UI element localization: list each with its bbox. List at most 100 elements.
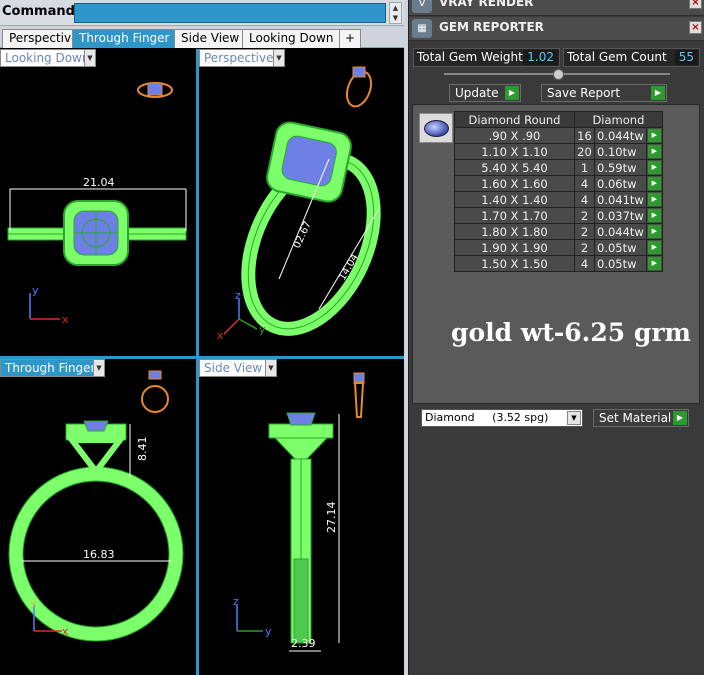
gem-size: 1.90 X 1.90 [454, 239, 575, 256]
axis-z-label: z [235, 289, 241, 302]
viewport-splitter-horizontal[interactable] [0, 356, 404, 359]
chevron-down-icon[interactable]: ▼ [567, 411, 581, 425]
table-row[interactable]: 1.80 X 1.80 2 0.044tw ▶ [454, 223, 663, 240]
viewport-splitter-vertical[interactable] [196, 49, 199, 675]
gem-thumbnail[interactable] [419, 113, 453, 143]
gem-size: 1.70 X 1.70 [454, 207, 575, 224]
row-arrow-icon[interactable]: ▶ [647, 209, 661, 222]
material-select-value: Diamond (3.52 spg) [425, 411, 549, 424]
tab-looking-down[interactable]: Looking Down [242, 29, 341, 48]
axis-y-label: y [259, 323, 266, 336]
vray-logo-icon: V [412, 0, 432, 13]
gem-reporter-icon: ▦ [412, 19, 432, 38]
set-material-button[interactable]: Set Material ▶ [593, 409, 689, 427]
row-arrow-icon[interactable]: ▶ [647, 193, 661, 206]
gem-size: 1.60 X 1.60 [454, 175, 575, 192]
gem-weight: 0.037tw [594, 207, 647, 224]
row-arrow-icon[interactable]: ▶ [647, 241, 661, 254]
row-arrow-icon[interactable]: ▶ [647, 257, 661, 270]
gem-size: 1.80 X 1.80 [454, 223, 575, 240]
round-diamond-icon [424, 120, 449, 137]
table-row[interactable]: 1.40 X 1.40 4 0.041tw ▶ [454, 191, 663, 208]
axis-y-label: y [32, 284, 39, 297]
viewport-through-finger[interactable]: Through Finger ▼ 8.41 16.83 y x [0, 359, 196, 675]
table-row[interactable]: 1.10 X 1.10 20 0.10tw ▶ [454, 143, 663, 160]
update-button-label: Update [455, 86, 499, 100]
gem-size: 5.40 X 5.40 [454, 159, 575, 176]
gem-weight: 0.59tw [594, 159, 647, 176]
view-tab-bar: Perspective Through Finger Side View Loo… [0, 26, 404, 48]
viewport-perspective[interactable]: Perspective ▼ 02.67 14.04 z x y [199, 49, 404, 356]
table-row[interactable]: 5.40 X 5.40 1 0.59tw ▶ [454, 159, 663, 176]
gem-size: .90 X .90 [454, 127, 575, 144]
add-tab-button[interactable]: + [339, 29, 361, 48]
gem-reporter-header[interactable]: ▦ GEM REPORTER × [409, 17, 704, 41]
gem-table: Diamond Round Diamond .90 X .90 16 0.044… [454, 111, 663, 272]
viewport-looking-down[interactable]: Looking Down ▼ 21.04 y x [0, 49, 196, 356]
axis-z-label: z [233, 595, 239, 608]
update-button[interactable]: Update ▶ [449, 84, 521, 102]
gem-weight: 0.041tw [594, 191, 647, 208]
total-gem-count-label: Total Gem Count [567, 50, 667, 64]
total-gem-weight: Total Gem Weight 1.02 [413, 48, 560, 67]
column-header: Diamond Round [454, 111, 575, 128]
vray-render-header[interactable]: V VRAY RENDER × [409, 0, 704, 16]
ring-front-view-drawing: 8.41 16.83 y x [8, 370, 184, 642]
row-arrow-icon[interactable]: ▶ [647, 161, 661, 174]
close-icon[interactable]: × [689, 21, 702, 34]
axis-x-label: x [217, 329, 224, 342]
axis-y-label: y [265, 625, 272, 638]
gem-count: 4 [574, 255, 595, 272]
gem-count: 4 [574, 175, 595, 192]
command-bar: Command: ▲ ▼ [0, 0, 404, 26]
close-icon[interactable]: × [689, 0, 702, 9]
gem-weight: 0.044tw [594, 223, 647, 240]
row-arrow-icon[interactable]: ▶ [647, 177, 661, 190]
dimension-label: 27.14 [325, 502, 338, 534]
gem-count: 4 [574, 191, 595, 208]
ring-top-view-drawing: 21.04 y x [7, 82, 187, 326]
slider-handle[interactable] [553, 69, 564, 80]
dimension-label: 16.83 [83, 548, 115, 561]
gem-weight: 0.05tw [594, 255, 647, 272]
save-report-button[interactable]: Save Report ▶ [541, 84, 667, 102]
dimension-label: 2.39 [291, 637, 316, 650]
table-row[interactable]: .90 X .90 16 0.044tw ▶ [454, 127, 663, 144]
gold-weight-note: gold wt-6.25 grm [451, 318, 691, 347]
gem-count: 16 [574, 127, 595, 144]
command-history-scroll[interactable]: ▲ ▼ [389, 2, 402, 24]
gem-weight: 0.10tw [594, 143, 647, 160]
material-select[interactable]: Diamond (3.52 spg) ▼ [421, 409, 583, 427]
play-arrow-icon: ▶ [673, 411, 687, 425]
column-header: Diamond [574, 111, 663, 128]
gem-weight: 0.044tw [594, 127, 647, 144]
gem-count: 20 [574, 143, 595, 160]
gem-weight: 0.05tw [594, 239, 647, 256]
gem-count: 1 [574, 159, 595, 176]
gem-size: 1.10 X 1.10 [454, 143, 575, 160]
row-arrow-icon[interactable]: ▶ [647, 129, 661, 142]
play-arrow-icon: ▶ [651, 86, 665, 100]
vray-render-title: VRAY RENDER [439, 0, 534, 9]
tab-through-finger[interactable]: Through Finger [72, 29, 177, 48]
gem-count: 2 [574, 207, 595, 224]
play-arrow-icon: ▶ [505, 86, 519, 100]
command-input[interactable] [74, 3, 386, 23]
command-label: Command: [2, 4, 81, 19]
table-row[interactable]: 1.90 X 1.90 2 0.05tw ▶ [454, 239, 663, 256]
ring-perspective-drawing: 02.67 14.04 z x y [217, 66, 381, 342]
dimension-label: 02.67 [292, 220, 314, 251]
total-gem-weight-label: Total Gem Weight [417, 50, 523, 64]
axis-y-label: y [30, 596, 37, 609]
axis-x-label: x [62, 625, 69, 638]
gem-reporter-title: GEM REPORTER [439, 20, 544, 34]
tab-side-view[interactable]: Side View [174, 29, 247, 48]
gem-size: 1.50 X 1.50 [454, 255, 575, 272]
set-material-label: Set Material [599, 411, 672, 425]
viewport-side-view[interactable]: Side View ▼ 27.14 2.39 z y [199, 359, 404, 675]
table-row[interactable]: 1.50 X 1.50 4 0.05tw ▶ [454, 255, 663, 272]
row-arrow-icon[interactable]: ▶ [647, 145, 661, 158]
table-row[interactable]: 1.60 X 1.60 4 0.06tw ▶ [454, 175, 663, 192]
table-row[interactable]: 1.70 X 1.70 2 0.037tw ▶ [454, 207, 663, 224]
row-arrow-icon[interactable]: ▶ [647, 225, 661, 238]
